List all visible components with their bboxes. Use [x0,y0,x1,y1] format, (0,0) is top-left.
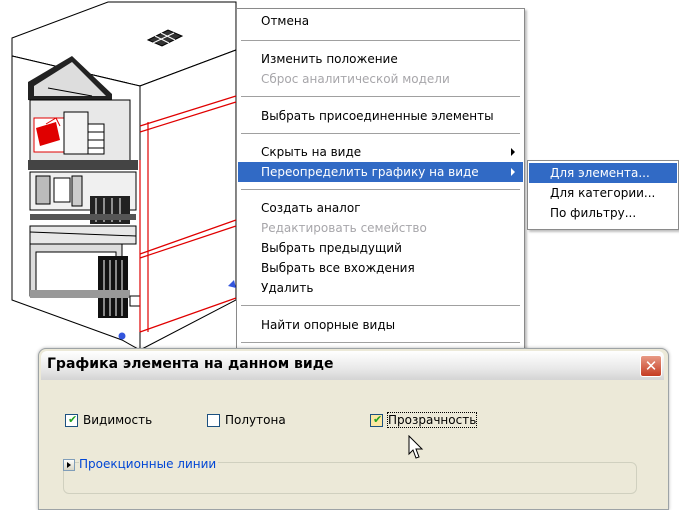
menu-item-label: Отмена [261,14,310,28]
checkbox-box[interactable]: ✔ [65,414,78,427]
checkbox-label: Прозрачность [386,412,478,428]
override-graphics-submenu: Для элемента... Для категории... По филь… [527,160,679,230]
checkbox-box[interactable] [207,414,220,427]
menu-item-select-all-instances[interactable]: Выбрать все вхождения [238,258,523,278]
menu-item-label: Изменить положение [261,52,398,66]
menu-item-label: Выбрать присоединенные элементы [261,109,494,123]
dialog-titlebar[interactable]: Графика элемента на данном виде ✕ [41,351,664,380]
close-icon: ✕ [644,357,658,375]
submenu-arrow-icon [511,148,515,156]
menu-separator [241,40,520,41]
menu-item-delete[interactable]: Удалить [238,278,523,298]
menu-separator [241,133,520,134]
menu-item-label: Сброс аналитической модели [261,72,450,86]
dialog-title: Графика элемента на данном виде [47,356,334,372]
submenu-item-label: Для элемента... [550,166,650,180]
checkbox-label: Видимость [83,413,153,427]
check-icon: ✔ [68,413,78,426]
checkbox-box[interactable]: ✔ [370,414,383,427]
menu-item-label: Удалить [261,281,314,295]
menu-item-label: Скрыть на виде [261,145,362,159]
menu-item-select-previous[interactable]: Выбрать предыдущий [238,238,523,258]
menu-item-undo[interactable]: Отмена [238,11,523,31]
menu-item-label: Создать аналог [261,201,361,215]
submenu-item-by-filter[interactable]: По фильтру... [529,203,677,223]
menu-separator [241,189,520,190]
menu-item-label: Выбрать предыдущий [261,241,402,255]
submenu-item-label: Для категории... [550,186,656,200]
element-graphics-dialog: Графика элемента на данном виде ✕ ✔ Види… [38,348,669,510]
menu-item-override-graphics[interactable]: Переопределить графику на виде [238,162,523,182]
projection-lines-label[interactable]: Проекционные линии [79,457,219,471]
submenu-item-label: По фильтру... [550,206,637,220]
submenu-arrow-icon [511,168,515,176]
menu-separator [241,305,520,306]
menu-item-label: Найти опорные виды [261,318,396,332]
mouse-cursor-icon [408,435,424,459]
check-icon: ✔ [373,413,383,426]
menu-item-move[interactable]: Изменить положение [238,49,523,69]
menu-item-label: Переопределить графику на виде [261,165,479,179]
checkbox-label: Полутона [225,413,286,427]
menu-item-select-joined[interactable]: Выбрать присоединенные элементы [238,106,523,126]
menu-item-edit-family: Редактировать семейство [238,218,523,238]
menu-separator [241,342,520,343]
submenu-item-by-category[interactable]: Для категории... [529,183,677,203]
menu-item-hide-in-view[interactable]: Скрыть на виде [238,142,523,162]
close-button[interactable]: ✕ [640,355,662,377]
submenu-item-by-element[interactable]: Для элемента... [529,163,677,183]
menu-item-find-referring-views[interactable]: Найти опорные виды [238,315,523,335]
context-menu: Отмена Изменить положение Сброс аналитич… [236,8,525,353]
menu-item-reset-analytical: Сброс аналитической модели [238,69,523,89]
menu-item-label: Выбрать все вхождения [261,261,415,275]
expand-arrow-icon[interactable] [63,459,75,471]
menu-item-create-similar[interactable]: Создать аналог [238,198,523,218]
menu-separator [241,96,520,97]
menu-item-label: Редактировать семейство [261,221,427,235]
